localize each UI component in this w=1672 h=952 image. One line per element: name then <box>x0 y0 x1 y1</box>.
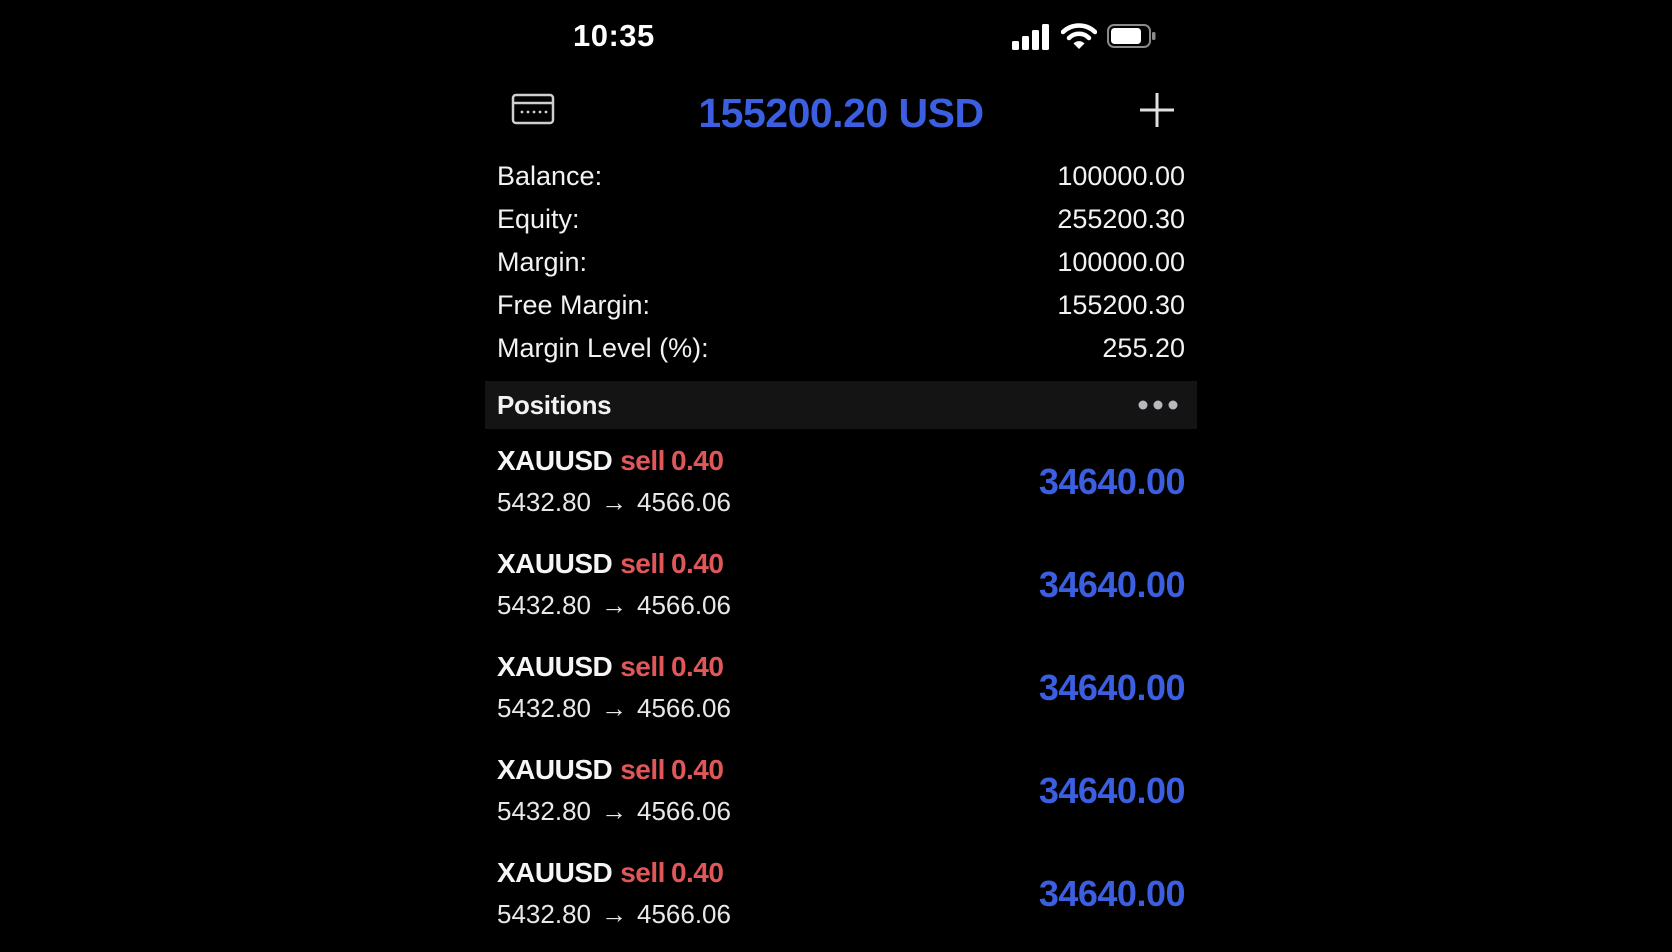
positions-list: XAUUSD sell 0.40 5432.80 → 4566.06 34640.00 … <box>485 437 1197 952</box>
position-open-price: 5432.80 <box>497 693 591 723</box>
position-row[interactable]: XAUUSD sell 0.40 5432.80 → 4566.06 34640.00 <box>485 849 1197 952</box>
position-lot: 0.40 <box>670 651 724 682</box>
arrow-right-icon: → <box>600 796 627 826</box>
position-row[interactable]: XAUUSD sell 0.40 5432.80 → 4566.06 34640.00 <box>485 437 1197 540</box>
arrow-right-icon: → <box>600 590 627 620</box>
arrow-right-icon: → <box>600 899 627 929</box>
position-current-price: 4566.06 <box>636 693 731 723</box>
position-lot: 0.40 <box>670 754 724 785</box>
position-symbol: XAUUSD <box>497 445 613 476</box>
position-side: sell <box>620 857 665 888</box>
position-symbol: XAUUSD <box>497 548 613 579</box>
position-current-price: 4566.06 <box>636 796 731 826</box>
summary-label: Margin: <box>497 247 588 277</box>
position-prices: 5432.80 → 4566.06 <box>497 590 731 621</box>
summary-label: Equity: <box>497 204 580 234</box>
account-summary: Balance: 100000.00 Equity: 255200.30 Mar… <box>497 155 1185 370</box>
arrow-right-icon: → <box>600 487 627 517</box>
position-lot: 0.40 <box>670 445 724 476</box>
position-title: XAUUSD sell 0.40 <box>497 548 724 580</box>
position-profit: 34640.00 <box>1038 461 1186 502</box>
position-current-price: 4566.06 <box>636 590 731 620</box>
position-open-price: 5432.80 <box>497 796 591 826</box>
summary-row-balance: Balance: 100000.00 <box>497 155 1185 198</box>
position-prices: 5432.80 → 4566.06 <box>497 899 731 930</box>
position-open-price: 5432.80 <box>497 899 591 929</box>
position-title: XAUUSD sell 0.40 <box>497 754 724 786</box>
position-title: XAUUSD sell 0.40 <box>497 651 724 683</box>
position-row[interactable]: XAUUSD sell 0.40 5432.80 → 4566.06 34640.00 <box>485 643 1197 746</box>
positions-section-header: Positions <box>485 381 1197 429</box>
arrow-right-icon: → <box>600 693 627 723</box>
position-profit: 34640.00 <box>1038 667 1186 708</box>
position-current-price: 4566.06 <box>636 487 731 517</box>
summary-value: 155200.30 <box>1057 290 1185 320</box>
position-side: sell <box>620 754 665 785</box>
plus-icon[interactable] <box>1137 90 1177 130</box>
summary-value: 100000.00 <box>1057 161 1185 191</box>
position-row[interactable]: XAUUSD sell 0.40 5432.80 → 4566.06 34640.00 <box>485 540 1197 643</box>
position-prices: 5432.80 → 4566.06 <box>497 796 731 827</box>
position-open-price: 5432.80 <box>497 590 591 620</box>
position-profit: 34640.00 <box>1038 564 1186 605</box>
position-profit: 34640.00 <box>1038 873 1186 914</box>
account-header: 155200.20 USD <box>485 80 1197 150</box>
position-symbol: XAUUSD <box>497 651 613 682</box>
summary-value: 255.20 <box>1102 333 1185 363</box>
positions-title: Positions <box>497 390 612 420</box>
position-prices: 5432.80 → 4566.06 <box>497 693 731 724</box>
wifi-icon <box>1061 23 1097 49</box>
more-icon[interactable] <box>1137 399 1179 411</box>
position-lot: 0.40 <box>670 857 724 888</box>
position-symbol: XAUUSD <box>497 857 613 888</box>
cellular-signal-icon <box>1012 24 1049 50</box>
summary-row-margin: Margin: 100000.00 <box>497 241 1185 284</box>
position-side: sell <box>620 651 665 682</box>
position-current-price: 4566.06 <box>636 899 731 929</box>
summary-row-margin-level: Margin Level (%): 255.20 <box>497 327 1185 370</box>
position-side: sell <box>620 548 665 579</box>
phone-screen: 10:35 155200.20 USD Balance: 100000.00 E… <box>485 0 1197 940</box>
summary-label: Margin Level (%): <box>497 333 709 363</box>
summary-row-free-margin: Free Margin: 155200.30 <box>497 284 1185 327</box>
position-open-price: 5432.80 <box>497 487 591 517</box>
status-time: 10:35 <box>573 18 655 53</box>
summary-label: Free Margin: <box>497 290 651 320</box>
battery-icon <box>1107 24 1156 48</box>
position-row[interactable]: XAUUSD sell 0.40 5432.80 → 4566.06 34640.00 <box>485 746 1197 849</box>
position-profit: 34640.00 <box>1038 770 1186 811</box>
summary-value: 255200.30 <box>1057 204 1185 234</box>
position-lot: 0.40 <box>670 548 724 579</box>
summary-value: 100000.00 <box>1057 247 1185 277</box>
position-side: sell <box>620 445 665 476</box>
position-prices: 5432.80 → 4566.06 <box>497 487 731 518</box>
position-symbol: XAUUSD <box>497 754 613 785</box>
position-title: XAUUSD sell 0.40 <box>497 857 724 889</box>
status-bar: 10:35 <box>485 0 1197 70</box>
position-title: XAUUSD sell 0.40 <box>497 445 724 477</box>
account-equity-title: 155200.20 USD <box>698 90 984 136</box>
summary-label: Balance: <box>497 161 603 191</box>
summary-row-equity: Equity: 255200.30 <box>497 198 1185 241</box>
